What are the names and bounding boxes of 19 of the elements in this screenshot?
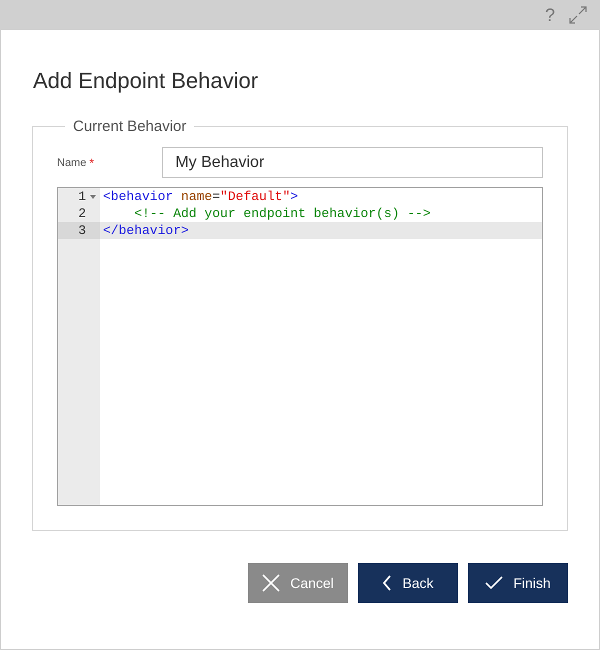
line-number: 1 [78,188,86,205]
fold-icon[interactable] [90,194,96,198]
code-line: <behavior name="Default"> [102,188,298,205]
finish-button[interactable]: Finish [468,563,568,603]
group-legend: Current Behavior [65,118,194,135]
back-button[interactable]: Back [358,563,458,603]
dialog-title: Add Endpoint Behavior [33,68,260,94]
code-line: </behavior> [102,222,189,239]
expand-icon[interactable] [569,6,587,24]
checkmark-icon [485,576,504,590]
close-icon [262,574,280,592]
code-editor[interactable]: 1 <behavior name="Default"> 2 <!-- Add your endpoint behavior(s) --> 3 </behavior> [57,187,543,506]
line-number: 2 [78,205,86,222]
field-label: Name [57,156,86,168]
required-mark: * [89,156,96,170]
chevron-left-icon [382,575,392,591]
code-line: <!-- Add your endpoint behavior(s) --> [133,205,431,222]
line-number: 3 [78,222,86,239]
name-field[interactable]: My Behavior [162,147,543,178]
